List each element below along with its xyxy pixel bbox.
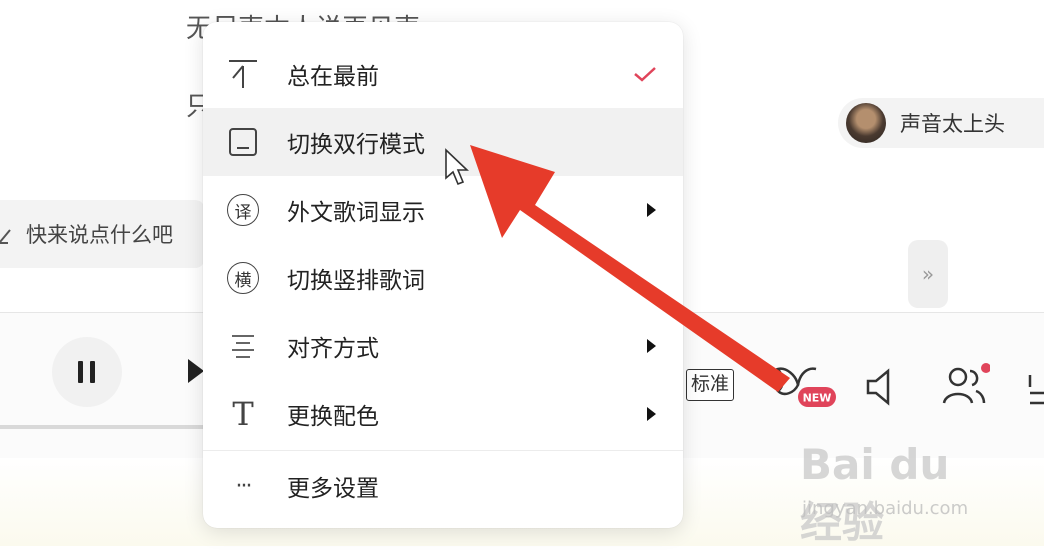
watermark-url: jingyan.baidu.com <box>802 498 969 519</box>
watermark: Bai du 经验 jingyan.baidu.com <box>800 440 1000 547</box>
mouse-cursor-icon <box>445 148 469 186</box>
watermark-logo: Bai du 经验 <box>800 440 950 547</box>
